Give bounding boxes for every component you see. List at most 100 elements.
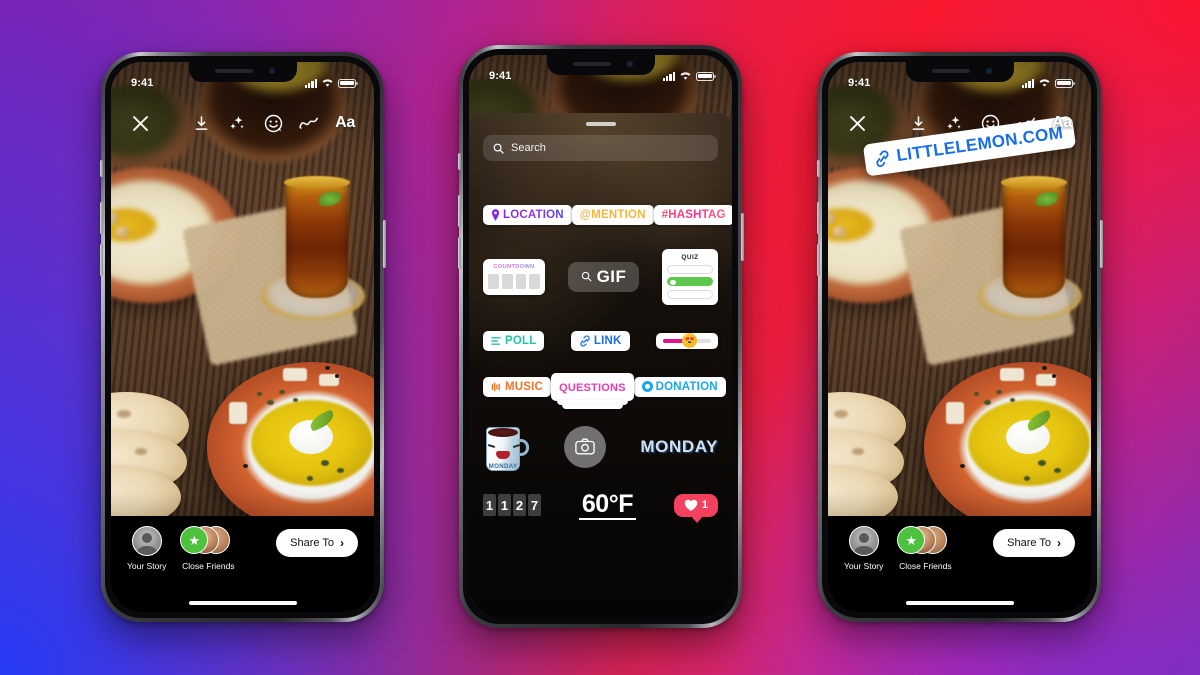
avatar <box>848 526 879 556</box>
mention-sticker[interactable]: @MENTION <box>571 205 654 225</box>
battery-icon <box>1055 78 1075 88</box>
your-story-option[interactable]: Your Story <box>127 526 166 571</box>
mute-switch[interactable] <box>457 153 461 170</box>
questions-sticker[interactable]: QUESTIONS <box>551 372 634 409</box>
notch <box>905 62 1014 82</box>
volume-down-button[interactable] <box>816 244 820 276</box>
star-icon: ★ <box>905 532 918 548</box>
poll-sticker-label: POLL <box>505 334 537 347</box>
squiggle-draw-icon[interactable] <box>296 110 322 136</box>
pin-icon <box>491 209 500 221</box>
power-button[interactable] <box>382 220 386 268</box>
sticker-face-icon[interactable] <box>977 110 1003 136</box>
phone-1-screen: 9:41 Aa Your Story ★ Close Friends Share… <box>111 62 374 612</box>
emoji-slider-thumb[interactable]: 😍 <box>682 332 698 348</box>
close-icon[interactable] <box>127 110 153 136</box>
cellular-signal-icon <box>662 71 675 81</box>
status-bar-indicators <box>304 78 358 88</box>
sticker-grid: LOCATION @MENTION #HASHTAG COUNTDOWN GIF… <box>469 173 732 618</box>
sparkles-icon[interactable] <box>224 110 250 136</box>
sparkles-icon[interactable] <box>941 110 967 136</box>
phone-3-screen: LITTLELEMON.COM 9:41 Aa Your Story ★ Clo… <box>828 62 1091 612</box>
text-tool-label[interactable]: Aa <box>332 110 358 136</box>
front-camera <box>985 68 992 74</box>
clock-digit: 1 <box>483 494 496 517</box>
clock-digit: 2 <box>513 494 526 517</box>
status-bar-time: 9:41 <box>848 77 871 89</box>
mute-switch[interactable] <box>99 160 103 177</box>
poll-bars-icon <box>491 336 501 345</box>
music-sticker-label: MUSIC <box>505 380 544 393</box>
wifi-icon <box>322 79 333 87</box>
hashtag-sticker[interactable]: #HASHTAG <box>653 205 732 225</box>
temperature-sticker[interactable]: 60°F <box>578 490 636 520</box>
share-to-label: Share To <box>1007 537 1051 549</box>
quiz-option-row-correct <box>667 277 713 286</box>
sticker-row-2: COUNTDOWN GIF QUIZ <box>483 249 718 305</box>
volume-down-button[interactable] <box>99 244 103 276</box>
phones-stage: 9:41 Aa Your Story ★ Close Friends Share… <box>0 0 1200 675</box>
volume-down-button[interactable] <box>457 237 461 269</box>
monday-text-sticker[interactable]: MONDAY <box>640 437 718 457</box>
text-tool-label[interactable]: Aa <box>1049 110 1075 136</box>
squiggle-draw-icon[interactable] <box>1013 110 1039 136</box>
music-sticker[interactable]: MUSIC <box>483 376 552 397</box>
location-sticker[interactable]: LOCATION <box>483 205 572 225</box>
quiz-sticker-label: QUIZ <box>681 254 699 261</box>
close-friends-option[interactable]: ★ Close Friends <box>897 526 953 571</box>
sticker-row-5: MONDAY MONDAY <box>483 421 718 473</box>
your-story-option[interactable]: Your Story <box>844 526 883 571</box>
power-button[interactable] <box>1099 220 1103 268</box>
close-icon[interactable] <box>844 110 870 136</box>
download-icon[interactable] <box>905 110 931 136</box>
phone-bezel: 9:41 Aa Your Story ★ Close Friends Share… <box>105 56 380 618</box>
home-indicator[interactable] <box>188 601 297 605</box>
share-to-button[interactable]: Share To › <box>993 529 1075 557</box>
search-icon <box>493 143 504 154</box>
share-to-button[interactable]: Share To › <box>276 529 358 557</box>
your-story-label: Your Story <box>127 561 167 571</box>
chevron-right-icon: › <box>340 536 344 550</box>
close-friends-option[interactable]: ★ Close Friends <box>180 526 236 571</box>
countdown-sticker[interactable]: COUNTDOWN <box>483 258 545 295</box>
emoji-slider-sticker[interactable]: 😍 <box>655 332 718 349</box>
battery-icon <box>338 78 358 88</box>
sticker-face-icon[interactable] <box>260 110 286 136</box>
donation-circle-icon <box>641 381 653 392</box>
download-icon[interactable] <box>188 110 214 136</box>
mute-switch[interactable] <box>816 160 820 177</box>
your-story-label: Your Story <box>844 561 884 571</box>
search-input[interactable]: Search <box>483 135 718 161</box>
close-friends-label: Close Friends <box>182 561 235 571</box>
phone-3: LITTLELEMON.COM 9:41 Aa Your Story ★ Clo… <box>816 52 1103 622</box>
power-button[interactable] <box>740 213 744 261</box>
quiz-option-row <box>667 289 713 299</box>
heart-icon <box>684 499 698 511</box>
like-badge-sticker[interactable]: 1 <box>673 493 718 523</box>
hashtag-sticker-label: #HASHTAG <box>661 209 726 221</box>
monday-mug-sticker[interactable]: MONDAY <box>483 421 529 473</box>
close-friends-avatars: ★ <box>897 526 953 556</box>
chevron-right-icon: › <box>1057 536 1061 550</box>
notch <box>546 55 655 75</box>
clock-digit: 1 <box>498 494 511 517</box>
camera-sticker-button[interactable] <box>563 425 606 468</box>
questions-sticker-label: QUESTIONS <box>559 381 626 394</box>
share-bar: Your Story ★ Close Friends Share To › <box>828 516 1091 612</box>
earpiece-speaker <box>214 69 253 73</box>
home-indicator[interactable] <box>905 601 1014 605</box>
volume-up-button[interactable] <box>99 202 103 234</box>
poll-sticker[interactable]: POLL <box>483 330 545 351</box>
status-bar-indicators <box>1021 78 1075 88</box>
story-toolbar: Aa <box>111 106 374 140</box>
gif-sticker-button[interactable]: GIF <box>567 261 640 292</box>
sheet-grabber-handle[interactable] <box>585 122 616 126</box>
wifi-icon <box>1039 79 1050 87</box>
donation-sticker[interactable]: DONATION <box>633 376 726 397</box>
link-sticker-tray[interactable]: LINK <box>570 330 630 351</box>
digital-clock-sticker[interactable]: 1 1 2 7 <box>483 494 541 517</box>
location-sticker-label: LOCATION <box>503 209 564 221</box>
volume-up-button[interactable] <box>457 195 461 227</box>
quiz-sticker[interactable]: QUIZ <box>662 249 718 305</box>
volume-up-button[interactable] <box>816 202 820 234</box>
